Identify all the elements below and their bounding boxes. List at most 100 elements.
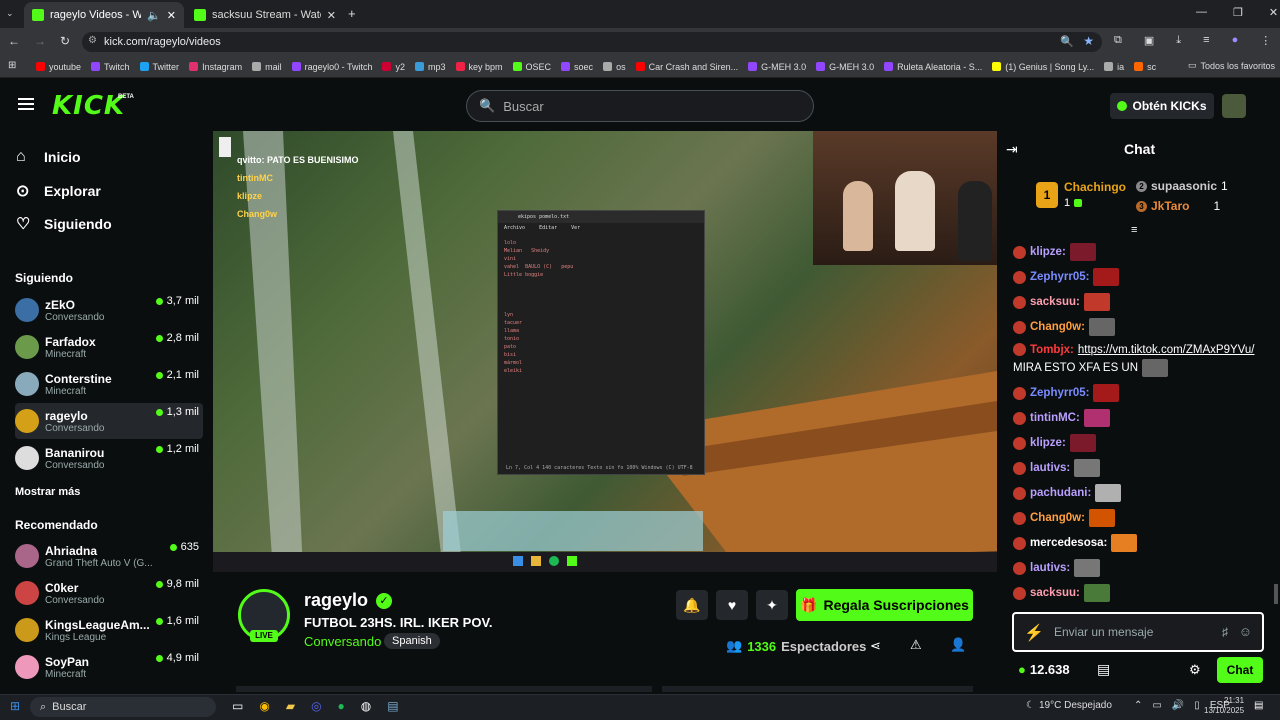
chat-username[interactable]: lautivs: xyxy=(1030,562,1070,574)
channel-item[interactable]: Farfadox Minecraft 2,8 mil xyxy=(15,329,203,365)
nav-item-inicio[interactable]: ⌂ Inicio xyxy=(16,148,81,166)
share-icon[interactable]: ⋖ xyxy=(870,638,881,654)
tab-close-icon[interactable]: ✕ xyxy=(167,9,176,22)
chat-username[interactable]: sacksuu: xyxy=(1030,296,1080,308)
kicks-balance[interactable]: ● 12.638 xyxy=(1018,662,1070,677)
bookmark-item[interactable]: Car Crash and Siren... xyxy=(635,62,738,72)
bookmark-item[interactable]: Ruleta Aleatoria - S... xyxy=(884,62,982,72)
chat-username[interactable]: Tombjx: xyxy=(1030,344,1074,356)
start-icon[interactable]: ⊞ xyxy=(10,699,20,713)
bookmark-item[interactable]: sc xyxy=(1134,62,1156,72)
chat-username[interactable]: klipze: xyxy=(1030,437,1066,449)
address-bar[interactable]: ⚙ kick.com/rageylo/videos 🔍 ★ xyxy=(82,32,1102,52)
chat-username[interactable]: lautivs: xyxy=(1030,462,1070,474)
minimize-icon[interactable]: — xyxy=(1196,6,1207,19)
reload-icon[interactable]: ↻ xyxy=(60,34,70,48)
follow-button[interactable]: ♥ xyxy=(716,590,748,620)
notification-bell-button[interactable]: 🔔 xyxy=(676,590,708,620)
chrome-icon[interactable]: ◉ xyxy=(259,699,269,713)
profile-icon[interactable]: ● xyxy=(1232,34,1239,47)
bookmark-item[interactable]: Twitter xyxy=(139,62,179,72)
channel-item[interactable]: C0ker Conversando 9,8 mil xyxy=(15,575,203,611)
channel-item[interactable]: rageylo Conversando 1,3 mil xyxy=(15,403,203,439)
bookmark-item[interactable]: youtube xyxy=(36,62,81,72)
report-icon[interactable]: ⚠ xyxy=(910,637,922,653)
chat-username[interactable]: klipze: xyxy=(1030,246,1066,258)
show-more-link[interactable]: Mostrar más xyxy=(15,486,80,498)
site-info-icon[interactable]: ⚙ xyxy=(88,35,97,46)
scrollbar[interactable] xyxy=(1274,584,1278,604)
bookmark-item[interactable]: mail xyxy=(252,62,282,72)
chat-username[interactable]: Zephyrr05: xyxy=(1030,271,1089,283)
bookmark-item[interactable]: key bpm xyxy=(455,62,503,72)
battery-icon[interactable]: ▯ xyxy=(1194,700,1200,711)
restore-icon[interactable]: ❐ xyxy=(1233,6,1243,19)
channel-name[interactable]: rageylo xyxy=(304,590,368,611)
bookmark-item[interactable]: soec xyxy=(561,62,593,72)
tab-list-icon[interactable]: ⌄ xyxy=(6,8,14,19)
send-chat-button[interactable]: Chat xyxy=(1217,657,1263,683)
bookmark-item[interactable]: y2 xyxy=(382,62,405,72)
tab-sacksuu[interactable]: sacksuu Stream - Watch Live on ✕ xyxy=(186,2,344,28)
obs-icon[interactable]: ◍ xyxy=(361,699,371,713)
chat-username[interactable]: pachudani: xyxy=(1030,487,1091,499)
sparkle-button[interactable]: ✦ xyxy=(756,590,788,620)
bookmark-item[interactable]: mp3 xyxy=(415,62,446,72)
chat-username[interactable]: mercedesosa: xyxy=(1030,537,1107,549)
kick-emote-icon[interactable]: ⚡ xyxy=(1024,623,1044,643)
extensions-icon[interactable]: ⧉ xyxy=(1114,34,1122,47)
zoom-icon[interactable]: 🔍 xyxy=(1060,35,1074,48)
language-tag[interactable]: Spanish xyxy=(384,633,440,649)
forward-icon[interactable]: → xyxy=(34,34,46,48)
store-icon[interactable]: ▤ xyxy=(1097,661,1110,678)
channel-item[interactable]: Bananirou Conversando 1,2 mil xyxy=(15,440,203,476)
file-explorer-icon[interactable]: ▰ xyxy=(286,699,295,713)
user-options-icon[interactable]: 👤 xyxy=(950,637,966,653)
stream-category[interactable]: Conversando xyxy=(304,634,381,649)
chat-username[interactable]: tintinMC: xyxy=(1030,412,1080,424)
bookmark-star-icon[interactable]: ★ xyxy=(1083,34,1094,48)
menu-icon[interactable]: ⋮ xyxy=(1260,34,1271,47)
back-icon[interactable]: ← xyxy=(8,34,20,48)
channel-item[interactable]: Ahriadna Grand Theft Auto V (G... 635 xyxy=(15,538,203,574)
kick-logo[interactable]: KICK xyxy=(52,91,125,121)
tab-close-icon[interactable]: ✕ xyxy=(327,9,336,22)
channel-item[interactable]: KingsLeagueAm... Kings League 1,6 mil xyxy=(15,612,203,648)
close-window-icon[interactable]: ✕ xyxy=(1269,6,1278,19)
channel-item[interactable]: Conterstine Minecraft 2,1 mil xyxy=(15,366,203,402)
gift-subs-button[interactable]: 🎁 Regala Suscripciones xyxy=(796,589,973,621)
kick-emotes-icon[interactable]: ♯ xyxy=(1222,625,1228,639)
bookmark-item[interactable]: G-MEH 3.0 xyxy=(748,62,806,72)
hamburger-menu-icon[interactable] xyxy=(18,98,34,110)
bookmark-item[interactable]: (1) Genius | Song Ly... xyxy=(992,62,1094,72)
bookmark-item[interactable]: Instagram xyxy=(189,62,242,72)
search-input[interactable]: 🔍 Buscar xyxy=(466,90,814,122)
leader-name-1[interactable]: Chachingo xyxy=(1064,180,1126,194)
clock[interactable]: 21:31 13/10/2025 xyxy=(1204,696,1244,716)
settings-gear-icon[interactable]: ⚙ xyxy=(1189,662,1201,678)
bookmark-item[interactable]: os xyxy=(603,62,626,72)
nav-item-explorar[interactable]: ⊙ Explorar xyxy=(16,181,101,201)
chat-username[interactable]: sacksuu: xyxy=(1030,587,1080,599)
tab-rageylo[interactable]: rageylo Videos - Watch On 🔈 ✕ xyxy=(24,2,184,28)
chat-username[interactable]: Zephyrr05: xyxy=(1030,387,1089,399)
user-avatar[interactable] xyxy=(1222,94,1246,118)
weather-widget[interactable]: ☾ 19°C Despejado xyxy=(1026,700,1112,711)
network-icon[interactable]: ▭ xyxy=(1152,700,1161,711)
notepad-icon[interactable]: ▤ xyxy=(387,699,398,713)
new-tab-button[interactable]: + xyxy=(348,6,356,21)
apps-icon[interactable]: ⊞ xyxy=(8,60,16,71)
bookmark-item[interactable]: rageylo0 - Twitch xyxy=(291,62,372,72)
taskbar-search[interactable]: ⌕ Buscar xyxy=(30,697,216,717)
collapse-chat-icon[interactable]: ⇥ xyxy=(1006,141,1018,158)
volume-icon[interactable]: 🔊 xyxy=(1172,700,1184,711)
tab-search-icon[interactable]: ▣ xyxy=(1144,34,1154,47)
reading-list-icon[interactable]: ≡ xyxy=(1203,34,1209,47)
spotify-icon[interactable]: ● xyxy=(338,699,345,713)
leader-3[interactable]: 3 JkTaro 1 xyxy=(1136,199,1220,213)
emoji-icon[interactable]: ☺ xyxy=(1239,624,1252,639)
bookmark-item[interactable]: G-MEH 3.0 xyxy=(816,62,874,72)
all-bookmarks[interactable]: ▭ Todos los favoritos xyxy=(1188,60,1275,71)
channel-item[interactable]: zEkO Conversando 3,7 mil xyxy=(15,292,203,328)
discord-icon[interactable]: ◎ xyxy=(311,699,321,713)
